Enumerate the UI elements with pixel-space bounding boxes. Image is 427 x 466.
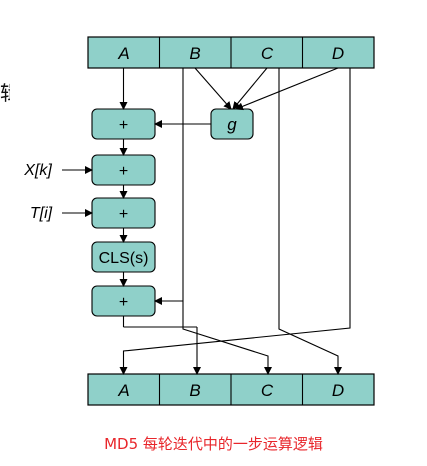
- svg-text:+: +: [119, 294, 128, 311]
- adder-1: +: [91, 108, 156, 140]
- top-register-b: B: [189, 44, 200, 63]
- bottom-register-row: A B C D: [87, 373, 375, 406]
- adder-2: +: [91, 154, 156, 186]
- md5-step-diagram: A B C D A B C D + g + + CLS(s) + X[k] T[…: [23, 36, 375, 406]
- adder-3: +: [91, 197, 156, 229]
- top-register-d: D: [332, 44, 344, 63]
- bottom-register-d: D: [332, 381, 344, 400]
- cls-shift-box: CLS(s): [91, 241, 156, 273]
- top-register-c: C: [261, 44, 274, 63]
- svg-text:+: +: [119, 163, 128, 180]
- svg-text:CLS(s): CLS(s): [99, 250, 149, 267]
- input-label-t: T[i]: [30, 205, 53, 222]
- adder-4: +: [91, 285, 156, 317]
- diagram-caption: MD5 每轮迭代中的一步运算逻辑: [104, 435, 323, 453]
- top-register-a: A: [117, 44, 129, 63]
- input-label-x: X[k]: [23, 162, 52, 179]
- svg-text:+: +: [119, 117, 128, 134]
- bottom-register-c: C: [261, 381, 274, 400]
- svg-text:+: +: [119, 206, 128, 223]
- bottom-register-a: A: [117, 381, 129, 400]
- g-function-box: g: [210, 108, 254, 140]
- bottom-register-b: B: [189, 381, 200, 400]
- svg-text:g: g: [227, 115, 237, 134]
- top-register-row: A B C D: [87, 36, 375, 69]
